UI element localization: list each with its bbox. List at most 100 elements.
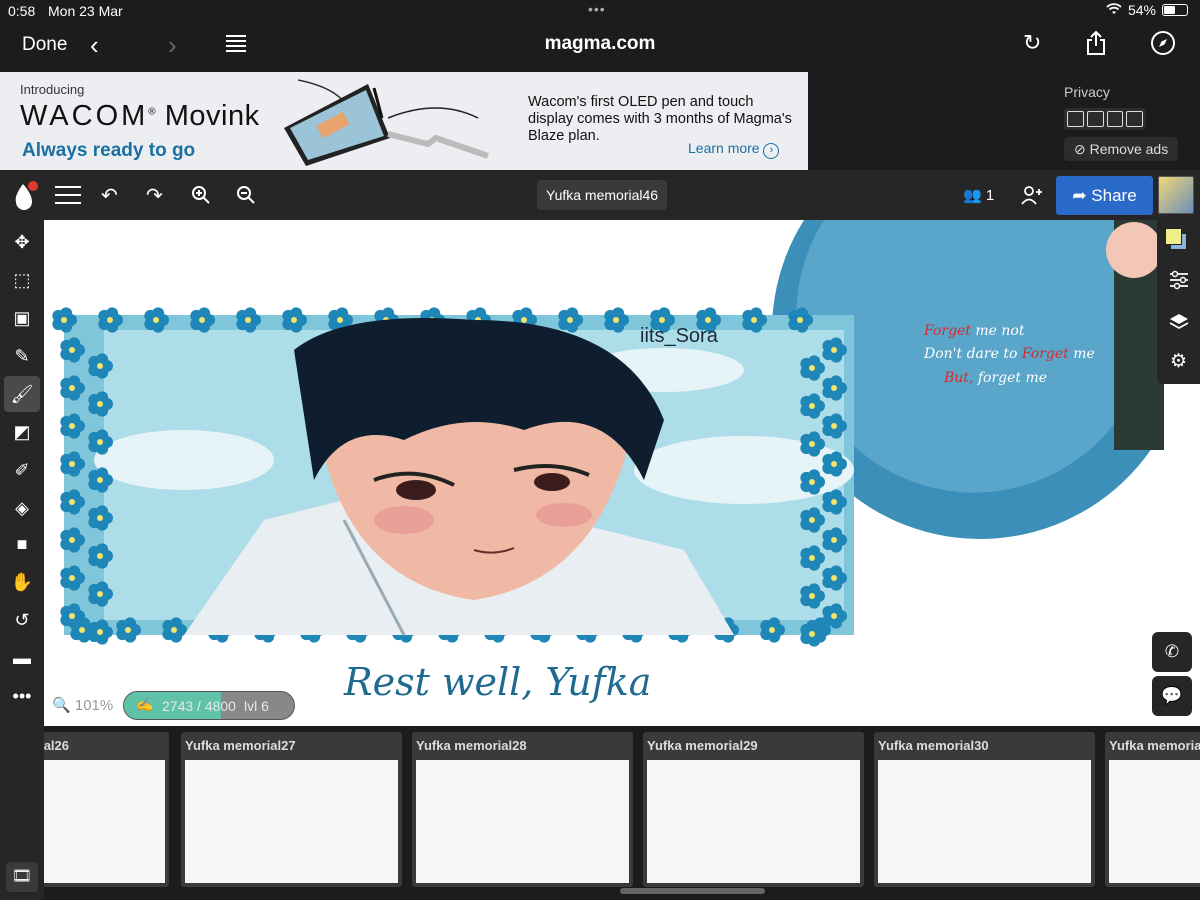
- privacy-label[interactable]: Privacy: [1064, 84, 1110, 100]
- more-tools-icon[interactable]: •••: [0, 678, 44, 714]
- battery-icon: [1162, 4, 1188, 16]
- paint-bucket-icon[interactable]: ◈: [0, 490, 44, 526]
- wacom-logo: WACOM: [20, 100, 149, 132]
- voice-call-button[interactable]: ✆: [1152, 632, 1192, 672]
- reload-icon[interactable]: ↻: [1023, 30, 1041, 56]
- document-title[interactable]: Yufka memorial46: [537, 180, 668, 210]
- drawing-canvas[interactable]: iits_Sora Rest well, Yufka Forget me not…: [44, 220, 1200, 726]
- tab-overview-icon[interactable]: [226, 32, 246, 54]
- pen-display-image: [278, 78, 498, 166]
- color-swatch[interactable]: [1165, 228, 1187, 250]
- chat-bubble-icon: 💬: [1161, 686, 1183, 705]
- app-toolbar: ↶ ↷ Yufka memorial46 👥 1 ➦ Share: [0, 170, 1200, 220]
- drawing-card[interactable]: Yufka memorial26: [44, 732, 169, 887]
- svg-text:Don't dare to Forget me: Don't dare to Forget me: [923, 346, 1095, 362]
- undo-icon[interactable]: ↶: [101, 183, 118, 208]
- brush-tool-icon[interactable]: 🖌: [4, 376, 40, 412]
- ad-layout-switcher[interactable]: [1064, 108, 1146, 130]
- ad-intro: Introducing: [20, 82, 85, 97]
- forward-chevron-icon[interactable]: ›: [168, 30, 177, 61]
- filmstrip-toggle-icon[interactable]: 🎞: [6, 862, 38, 892]
- ad-brand: WACOM® Movink: [20, 100, 260, 132]
- chevron-right-circle-icon: ›: [763, 143, 780, 159]
- selection-tool-icon[interactable]: ⬚: [0, 262, 44, 298]
- phone-icon: ✆: [1164, 642, 1180, 661]
- zoom-level[interactable]: 🔍 101%: [52, 696, 113, 714]
- layers-icon[interactable]: [1157, 312, 1200, 338]
- hand-tool-icon[interactable]: ✋: [0, 564, 44, 600]
- chat-button[interactable]: 💬: [1152, 676, 1192, 716]
- layout-top-icon[interactable]: [1067, 111, 1084, 127]
- right-panel-rail: ⚙: [1157, 220, 1200, 384]
- move-tool-icon[interactable]: ✥: [0, 224, 44, 260]
- comment-tool-icon[interactable]: ▬: [0, 640, 44, 676]
- drawing-card[interactable]: Yufka memorial28: [412, 732, 633, 887]
- address-bar[interactable]: magma.com: [545, 33, 656, 54]
- drawing-thumbnail: [878, 760, 1091, 883]
- browser-toolbar: Done ‹ › magma.com ↻: [0, 22, 1200, 72]
- artwork: iits_Sora Rest well, Yufka Forget me not…: [52, 220, 1164, 704]
- back-chevron-icon[interactable]: ‹: [90, 30, 99, 61]
- drawing-thumbnail: [647, 760, 860, 883]
- artwork-caption: Rest well, Yufka: [343, 660, 651, 704]
- adjustments-icon[interactable]: [1157, 270, 1200, 296]
- drawing-card[interactable]: Yufka memorial30: [874, 732, 1095, 887]
- drawing-card[interactable]: Yufka memorial29: [643, 732, 864, 887]
- brush-stroke-icon: ✍: [136, 696, 154, 712]
- redo-icon[interactable]: ↷: [146, 183, 163, 208]
- zoom-out-icon[interactable]: [236, 185, 256, 211]
- eyedropper-tool-icon[interactable]: ✎: [0, 338, 44, 374]
- remove-ads-button[interactable]: ⊘ Remove ads: [1064, 137, 1179, 161]
- drawing-card[interactable]: Yufka memorial27: [181, 732, 402, 887]
- drawings-strip: Yufka memorial26 Yufka memorial27 Yufka …: [44, 726, 1200, 900]
- artist-signature: iits_Sora: [640, 325, 719, 347]
- status-bar: 0:58 Mon 23 Mar ••• 54%: [0, 0, 1200, 22]
- share-arrow-icon: ➦: [1072, 186, 1087, 205]
- eraser-tool-icon[interactable]: ◩: [0, 414, 44, 450]
- rotate-tool-icon[interactable]: ↺: [0, 602, 44, 638]
- layout-bottom-icon[interactable]: [1086, 111, 1104, 127]
- zoom-in-icon[interactable]: [191, 185, 211, 211]
- home-indicator[interactable]: [620, 888, 765, 894]
- ad-product: Movink: [164, 100, 260, 132]
- smudge-tool-icon[interactable]: ✐: [0, 452, 44, 488]
- drawing-thumbnail: [416, 760, 629, 883]
- svg-text:But, forget me: But, forget me: [943, 370, 1047, 386]
- share-button[interactable]: ➦ Share: [1056, 176, 1153, 215]
- ad-banner[interactable]: Introducing WACOM® Movink Always ready t…: [0, 72, 808, 170]
- drawing-thumbnail: [44, 760, 165, 883]
- ad-copy: Wacom's first OLED pen and touch display…: [528, 94, 792, 144]
- transform-tool-icon[interactable]: ▣: [0, 300, 44, 336]
- status-date: Mon 23 Mar: [48, 3, 123, 19]
- invite-user-icon[interactable]: [1021, 185, 1043, 211]
- wifi-icon: [1106, 2, 1122, 18]
- layout-left-icon[interactable]: [1106, 111, 1124, 127]
- ad-privacy-panel: Privacy ⊘ Remove ads: [808, 72, 1200, 170]
- battery-percent: 54%: [1127, 2, 1156, 18]
- xp-progress-bar: ✍ 2743 / 4800 lvl 6: [123, 691, 295, 720]
- share-sheet-icon[interactable]: [1085, 30, 1107, 62]
- drawing-thumbnail: [1109, 760, 1200, 883]
- ad-tagline: Always ready to go: [22, 140, 196, 161]
- shape-tool-icon[interactable]: ■: [0, 526, 44, 562]
- menu-icon[interactable]: [55, 185, 81, 211]
- settings-gear-icon[interactable]: ⚙: [1157, 350, 1200, 373]
- layout-right-icon[interactable]: [1126, 111, 1143, 127]
- drawing-card[interactable]: Yufka memorial31: [1105, 732, 1200, 887]
- collaborators-button[interactable]: 👥 1: [963, 186, 994, 204]
- status-time: 0:58: [8, 3, 36, 19]
- tool-rail: ✥ ⬚ ▣ ✎ 🖌 ◩ ✐ ◈ ■ ✋ ↺ ▬ •••: [0, 220, 44, 900]
- drawing-thumbnail: [185, 760, 398, 883]
- compass-icon[interactable]: [1150, 30, 1176, 62]
- status-right: 54%: [1106, 2, 1188, 18]
- users-icon: 👥: [963, 187, 982, 204]
- block-icon: ⊘: [1074, 141, 1086, 157]
- multitasking-dots[interactable]: •••: [588, 1, 606, 17]
- user-avatar[interactable]: [1158, 176, 1194, 214]
- svg-text:Forget me not: Forget me not: [923, 323, 1025, 339]
- magma-logo-icon[interactable]: [12, 180, 38, 216]
- ad-learn-more-link[interactable]: Learn more ›: [688, 140, 780, 159]
- magnifier-icon: 🔍: [52, 697, 71, 714]
- primary-color: [1165, 228, 1182, 245]
- done-button[interactable]: Done: [22, 34, 67, 56]
